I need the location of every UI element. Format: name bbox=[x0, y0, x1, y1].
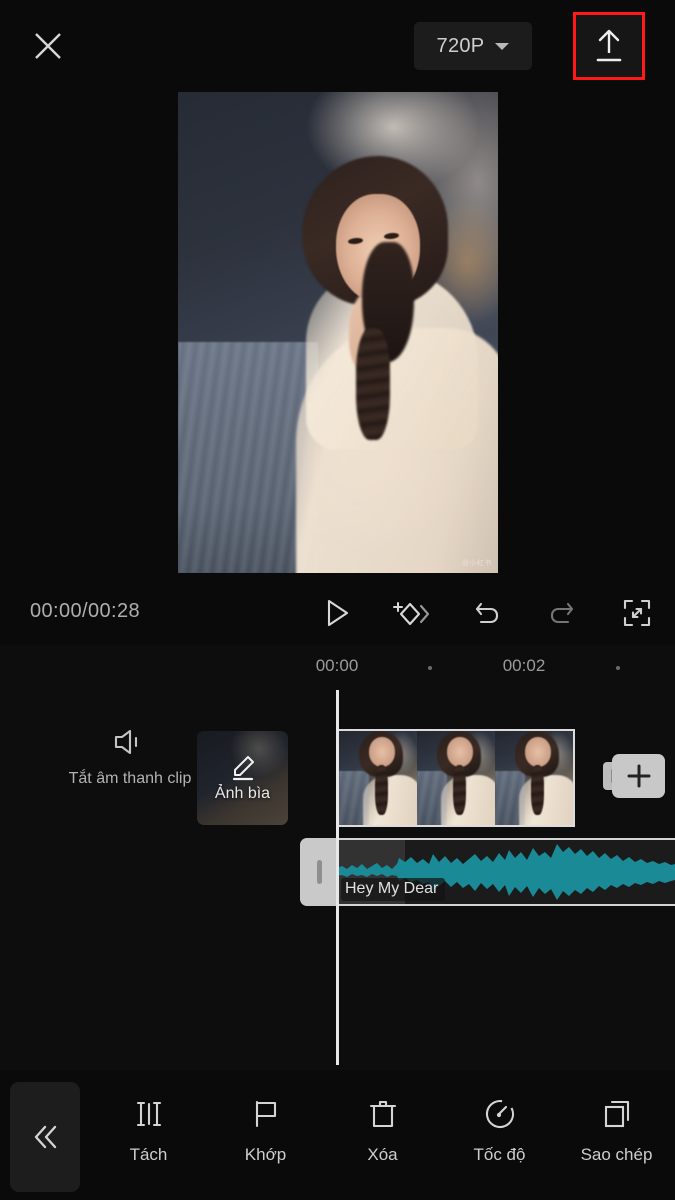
ruler-tick-dot bbox=[428, 666, 432, 670]
tool-label: Tách bbox=[129, 1145, 168, 1164]
redo-button[interactable] bbox=[538, 589, 586, 637]
video-track-clip[interactable] bbox=[337, 729, 575, 827]
audio-clip-left-handle[interactable] bbox=[300, 838, 338, 906]
fullscreen-button[interactable] bbox=[613, 589, 661, 637]
video-frame-thumbnail bbox=[417, 731, 495, 825]
speedometer-icon bbox=[482, 1096, 518, 1132]
video-frame-thumbnail bbox=[339, 731, 417, 825]
flag-match-icon bbox=[248, 1096, 284, 1132]
play-button[interactable] bbox=[313, 589, 361, 637]
tool-delete[interactable]: Xóa bbox=[324, 1088, 441, 1165]
track-audio-controls[interactable]: Tắt âm thanh clip bbox=[60, 725, 200, 789]
chevron-down-icon bbox=[495, 42, 510, 50]
tool-label: Xóa bbox=[367, 1145, 398, 1164]
video-frame-thumbnail bbox=[495, 731, 573, 825]
timecode-display: 00:00/00:28 bbox=[30, 600, 141, 622]
add-clip-button[interactable] bbox=[612, 754, 665, 798]
mute-label: Tắt âm thanh clip bbox=[68, 770, 192, 787]
play-icon bbox=[322, 597, 352, 629]
close-icon bbox=[31, 29, 65, 63]
upload-export-icon bbox=[592, 27, 626, 65]
preview-area: @小红书 bbox=[0, 92, 675, 581]
top-bar: 720P bbox=[0, 0, 675, 92]
tool-speed[interactable]: Tốc độ bbox=[441, 1088, 558, 1165]
export-button[interactable] bbox=[573, 12, 645, 80]
tool-label: Sao chép bbox=[580, 1145, 653, 1164]
tool-list: Tách Khớp Xóa Tốc độ Sao chép bbox=[90, 1088, 675, 1188]
preview-image bbox=[178, 92, 498, 573]
resolution-label: 720P bbox=[436, 34, 485, 57]
ruler-tick-dot bbox=[616, 666, 620, 670]
split-icon bbox=[131, 1096, 167, 1132]
redo-icon bbox=[546, 598, 578, 628]
resolution-selector[interactable]: 720P bbox=[414, 22, 532, 70]
add-keyframe-button[interactable] bbox=[388, 589, 436, 637]
tool-label: Khớp bbox=[244, 1145, 287, 1164]
trash-delete-icon bbox=[365, 1096, 401, 1132]
double-chevron-left-icon bbox=[28, 1120, 62, 1154]
ruler-label-0: 00:00 bbox=[315, 656, 359, 675]
undo-icon bbox=[471, 598, 503, 628]
undo-button[interactable] bbox=[463, 589, 511, 637]
video-editor-screen: 720P @小红书 00:00/00:28 00:00 00:02 Tắt âm… bbox=[0, 0, 675, 1200]
keyframe-add-icon bbox=[392, 595, 432, 631]
player-controls-bar: 00:00/00:28 bbox=[0, 581, 675, 645]
timeline-ruler[interactable]: 00:00 00:02 bbox=[0, 645, 675, 690]
bottom-toolbar: Tách Khớp Xóa Tốc độ Sao chép bbox=[0, 1070, 675, 1200]
tool-match[interactable]: Khớp bbox=[207, 1088, 324, 1165]
speaker-mute-icon[interactable] bbox=[110, 725, 150, 759]
video-preview-canvas[interactable]: @小红书 bbox=[178, 92, 498, 573]
close-button[interactable] bbox=[24, 22, 72, 70]
audio-clip-title: Hey My Dear bbox=[341, 878, 446, 901]
tool-split[interactable]: Tách bbox=[90, 1088, 207, 1165]
fullscreen-icon bbox=[622, 598, 652, 628]
collapse-toolbar-button[interactable] bbox=[10, 1082, 80, 1192]
playhead[interactable] bbox=[336, 690, 339, 1065]
plus-icon bbox=[625, 762, 653, 790]
pencil-edit-icon bbox=[228, 754, 258, 782]
timeline-panel[interactable]: 00:00 00:02 Tắt âm thanh clip Ảnh bìa He… bbox=[0, 645, 675, 1070]
cover-label: Ảnh bìa bbox=[214, 784, 271, 802]
preview-watermark: @小红书 bbox=[461, 560, 492, 567]
tool-copy[interactable]: Sao chép bbox=[558, 1088, 675, 1165]
tool-label: Tốc độ bbox=[473, 1145, 526, 1164]
cover-image-button[interactable]: Ảnh bìa bbox=[197, 731, 288, 825]
ruler-label-1: 00:02 bbox=[502, 656, 546, 675]
audio-track-clip[interactable]: Hey My Dear bbox=[337, 838, 675, 906]
copy-icon bbox=[599, 1096, 635, 1132]
